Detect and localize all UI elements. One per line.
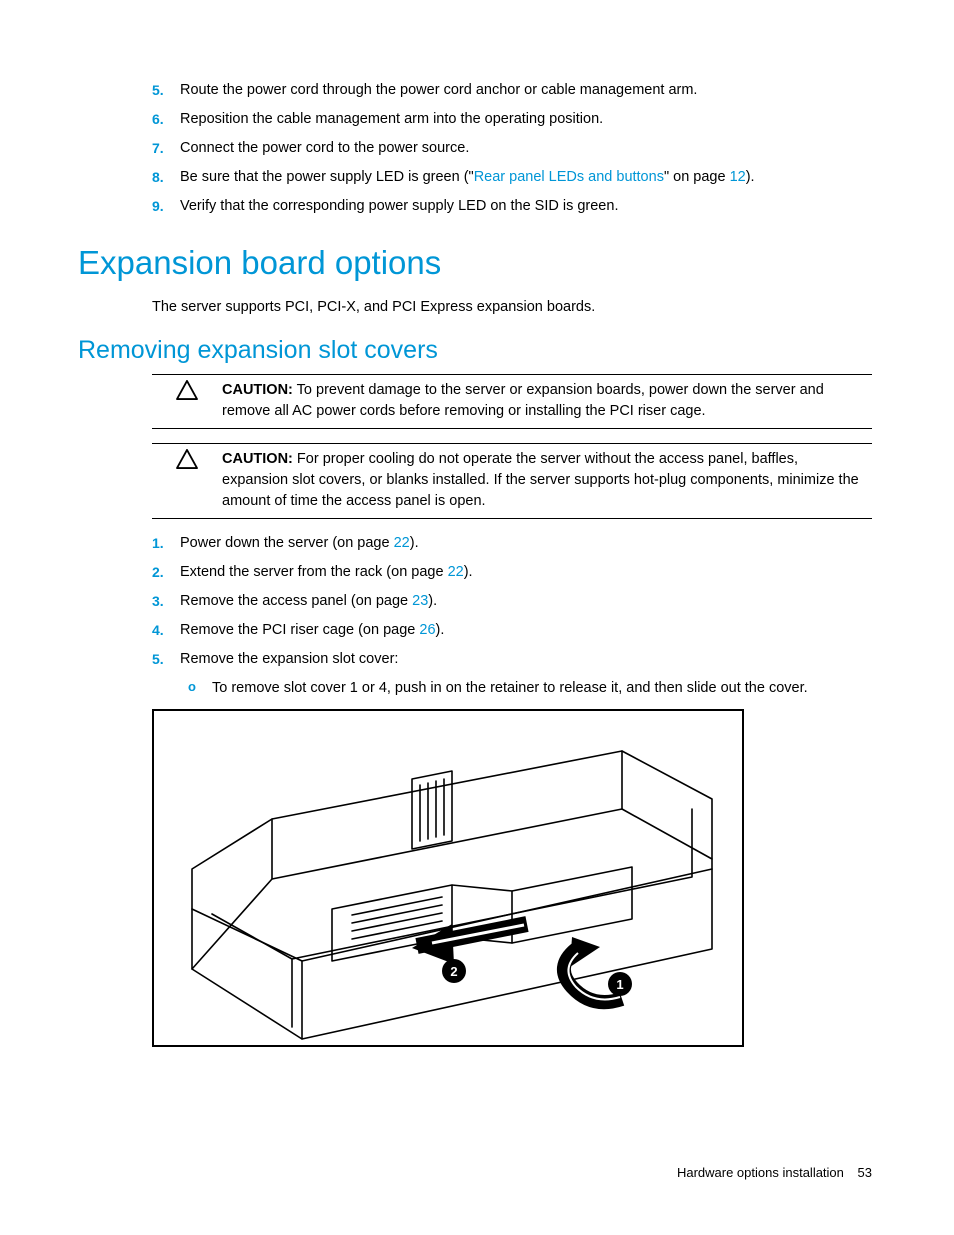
cross-ref-link[interactable]: Rear panel LEDs and buttons xyxy=(474,169,664,185)
text-suffix: ). xyxy=(428,593,437,609)
text-mid: " on page xyxy=(664,169,730,185)
heading-removing-slot-covers: Removing expansion slot covers xyxy=(78,332,872,368)
text-prefix: Remove the PCI riser cage (on page xyxy=(180,622,419,638)
list-text: Power down the server (on page 22). xyxy=(180,533,872,554)
footer-section: Hardware options installation xyxy=(677,1165,844,1180)
list-item: 3. Remove the access panel (on page 23). xyxy=(152,591,872,612)
list-number: 5. xyxy=(152,649,180,670)
text-suffix: ). xyxy=(464,564,473,580)
list-item: 5. Remove the expansion slot cover: xyxy=(152,649,872,670)
svg-text:2: 2 xyxy=(450,964,457,979)
list-item: 5. Route the power cord through the powe… xyxy=(152,80,872,101)
sub-bullet: o xyxy=(188,678,212,699)
steps-numbered-list: 1. Power down the server (on page 22). 2… xyxy=(152,533,872,670)
list-number: 7. xyxy=(152,138,180,159)
caution-icon xyxy=(152,449,222,512)
list-text: Remove the expansion slot cover: xyxy=(180,649,872,670)
list-number: 8. xyxy=(152,167,180,188)
list-text: Remove the access panel (on page 23). xyxy=(180,591,872,612)
page-ref-link[interactable]: 26 xyxy=(419,622,435,638)
list-item: 6. Reposition the cable management arm i… xyxy=(152,109,872,130)
page-ref-link[interactable]: 23 xyxy=(412,593,428,609)
list-item: 4. Remove the PCI riser cage (on page 26… xyxy=(152,620,872,641)
caution-body-text: To prevent damage to the server or expan… xyxy=(222,382,824,419)
list-item: 1. Power down the server (on page 22). xyxy=(152,533,872,554)
list-text: Be sure that the power supply LED is gre… xyxy=(180,167,872,188)
list-text: Extend the server from the rack (on page… xyxy=(180,562,872,583)
caution-label: CAUTION: xyxy=(222,382,293,398)
list-number: 2. xyxy=(152,562,180,583)
list-number: 6. xyxy=(152,109,180,130)
list-item: 8. Be sure that the power supply LED is … xyxy=(152,167,872,188)
figure-slot-cover-removal: 2 1 xyxy=(152,709,872,1054)
caution-icon xyxy=(152,380,222,422)
caution-text: CAUTION: To prevent damage to the server… xyxy=(222,380,872,422)
page-ref-link[interactable]: 22 xyxy=(394,535,410,551)
page-footer: Hardware options installation 53 xyxy=(677,1164,872,1183)
text-prefix: Extend the server from the rack (on page xyxy=(180,564,448,580)
list-text: Verify that the corresponding power supp… xyxy=(180,196,872,217)
list-number: 1. xyxy=(152,533,180,554)
text-suffix: ). xyxy=(436,622,445,638)
caution-text: CAUTION: For proper cooling do not opera… xyxy=(222,449,872,512)
page-ref-link[interactable]: 12 xyxy=(730,169,746,185)
caution-block: CAUTION: For proper cooling do not opera… xyxy=(152,443,872,519)
top-numbered-list: 5. Route the power cord through the powe… xyxy=(152,80,872,217)
list-text: Remove the PCI riser cage (on page 26). xyxy=(180,620,872,641)
list-item: 9. Verify that the corresponding power s… xyxy=(152,196,872,217)
list-text: Connect the power cord to the power sour… xyxy=(180,138,872,159)
list-text: Route the power cord through the power c… xyxy=(180,80,872,101)
text-prefix: Remove the access panel (on page xyxy=(180,593,412,609)
list-number: 3. xyxy=(152,591,180,612)
list-text: Reposition the cable management arm into… xyxy=(180,109,872,130)
text-suffix: ). xyxy=(410,535,419,551)
sub-list-item: o To remove slot cover 1 or 4, push in o… xyxy=(188,678,872,699)
text-prefix: Be sure that the power supply LED is gre… xyxy=(180,169,474,185)
caution-block: CAUTION: To prevent damage to the server… xyxy=(152,374,872,429)
sub-list: o To remove slot cover 1 or 4, push in o… xyxy=(188,678,872,699)
page-ref-link[interactable]: 22 xyxy=(448,564,464,580)
list-item: 2. Extend the server from the rack (on p… xyxy=(152,562,872,583)
caution-label: CAUTION: xyxy=(222,451,293,467)
text-prefix: Power down the server (on page xyxy=(180,535,394,551)
footer-page-number: 53 xyxy=(858,1165,872,1180)
sub-list-text: To remove slot cover 1 or 4, push in on … xyxy=(212,678,808,699)
text-suffix: ). xyxy=(746,169,755,185)
list-number: 9. xyxy=(152,196,180,217)
list-number: 5. xyxy=(152,80,180,101)
caution-body-text: For proper cooling do not operate the se… xyxy=(222,451,859,509)
heading-expansion-board-options: Expansion board options xyxy=(78,239,872,287)
svg-text:1: 1 xyxy=(616,977,623,992)
list-item: 7. Connect the power cord to the power s… xyxy=(152,138,872,159)
intro-paragraph: The server supports PCI, PCI-X, and PCI … xyxy=(152,297,872,318)
list-number: 4. xyxy=(152,620,180,641)
